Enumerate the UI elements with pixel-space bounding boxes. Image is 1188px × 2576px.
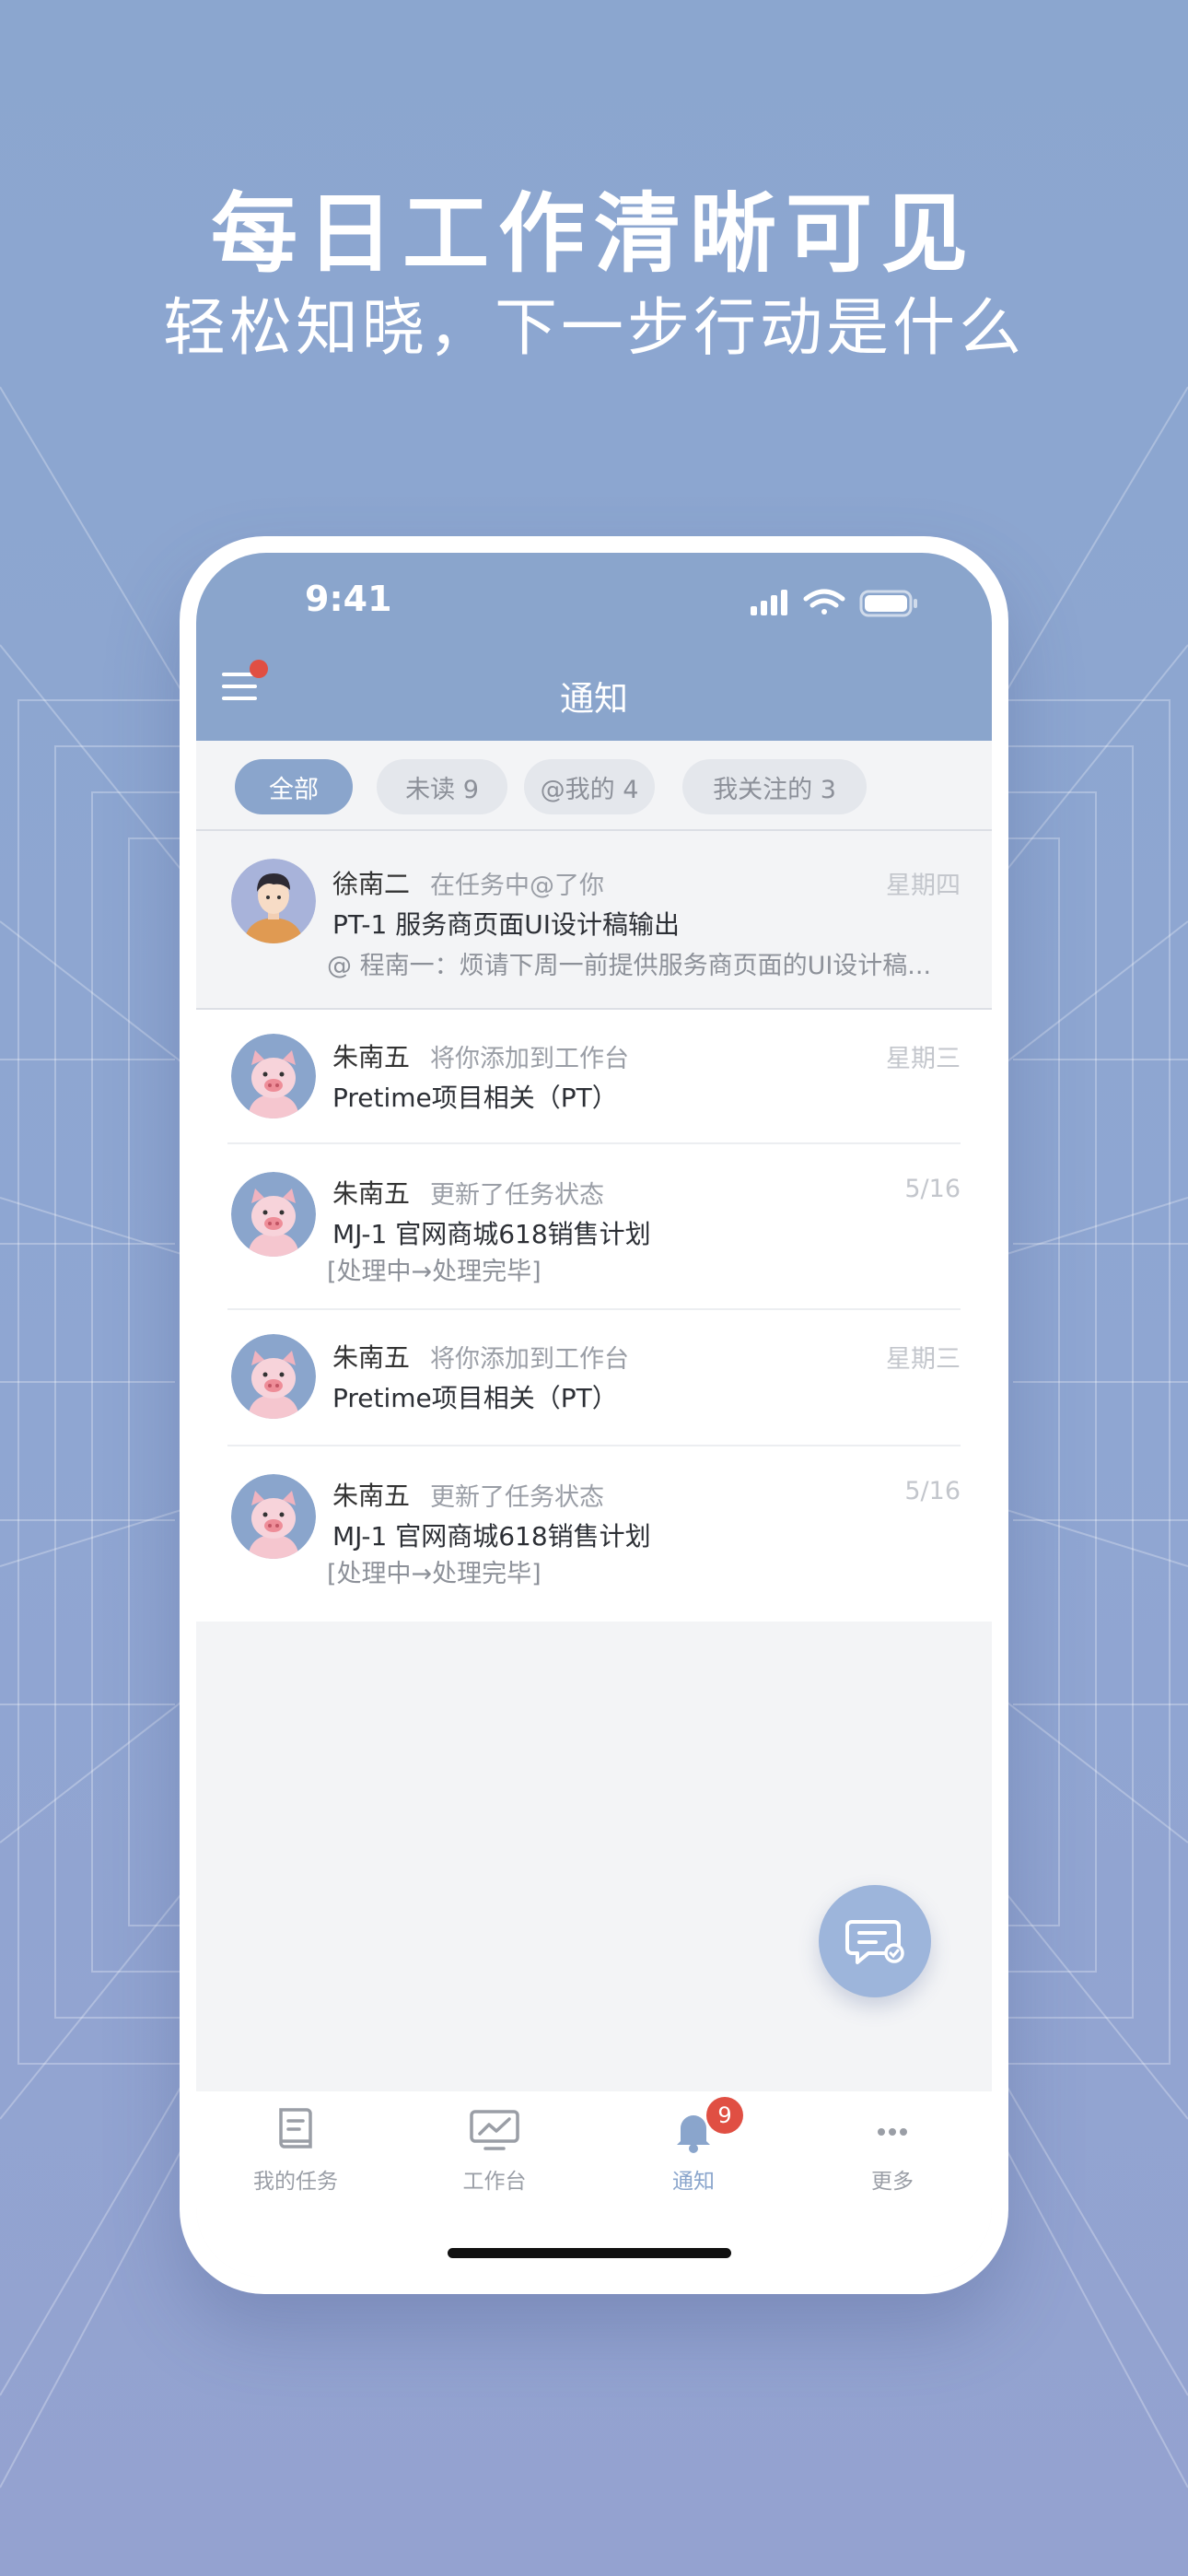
battery-icon bbox=[859, 590, 917, 617]
task-title: PT-1 服务商页面UI设计稿输出 bbox=[332, 909, 680, 940]
task-title: Pretime项目相关（PT） bbox=[332, 1383, 618, 1413]
notification-action: 将你添加到工作台 bbox=[430, 1045, 629, 1073]
more-icon bbox=[878, 2128, 907, 2136]
sender-name: 朱南五 bbox=[332, 1178, 411, 1209]
tab-more[interactable]: 更多 bbox=[793, 2091, 992, 2220]
pig-avatar bbox=[231, 1334, 316, 1419]
filter-unread[interactable]: 未读 9 bbox=[377, 759, 507, 814]
pig-avatar bbox=[231, 1172, 316, 1257]
notification-time: 星期三 bbox=[886, 1045, 961, 1073]
tab-my-tasks[interactable]: 我的任务 bbox=[196, 2091, 395, 2220]
home-indicator bbox=[448, 2248, 731, 2258]
notification-action: 更新了任务状态 bbox=[430, 1483, 604, 1512]
tasks-icon bbox=[279, 2108, 312, 2149]
notification-time: 星期四 bbox=[886, 872, 961, 900]
filter-bar: 全部 未读 9 @我的 4 我关注的 3 bbox=[196, 741, 992, 831]
tab-notifications[interactable]: 9 通知 bbox=[594, 2091, 793, 2220]
filter-mentions[interactable]: @我的 4 bbox=[524, 759, 655, 814]
tab-label: 我的任务 bbox=[253, 2170, 338, 2194]
task-title: Pretime项目相关（PT） bbox=[332, 1083, 618, 1113]
compose-button[interactable] bbox=[819, 1885, 931, 1997]
page-title: 通知 bbox=[560, 679, 628, 719]
task-title: MJ-1 官网商城618销售计划 bbox=[332, 1219, 651, 1249]
cellular-signal-icon bbox=[751, 590, 787, 615]
task-title: MJ-1 官网商城618销售计划 bbox=[332, 1521, 651, 1551]
list-item[interactable]: 朱南五 更新了任务状态 5/16 MJ-1 官网商城618销售计划 [处理中→处… bbox=[196, 1144, 992, 1310]
person-avatar bbox=[231, 859, 316, 943]
notification-badge: 9 bbox=[706, 2097, 743, 2134]
pig-avatar bbox=[231, 1034, 316, 1118]
list-item[interactable]: 朱南五 将你添加到工作台 星期三 Pretime项目相关（PT） bbox=[196, 1010, 992, 1144]
status-change: [处理中→处理完毕] bbox=[327, 1258, 542, 1286]
sender-name: 朱南五 bbox=[332, 1481, 411, 1511]
phone-frame: 9:41 通知 全部 未读 9 @我的 4 我关注的 3 徐南二 在任务中@了你… bbox=[180, 536, 1008, 2294]
app-header: 9:41 通知 bbox=[196, 553, 992, 741]
tab-label: 工作台 bbox=[462, 2170, 527, 2194]
sender-name: 徐南二 bbox=[332, 869, 411, 899]
tab-label: 通知 bbox=[672, 2170, 715, 2194]
status-icons bbox=[751, 589, 917, 617]
tab-label: 更多 bbox=[871, 2170, 914, 2194]
pig-avatar bbox=[231, 1474, 316, 1559]
promo-subtitle: 轻松知晓，下一步行动是什么 bbox=[162, 292, 1025, 365]
filter-following[interactable]: 我关注的 3 bbox=[682, 759, 867, 814]
notification-time: 5/16 bbox=[904, 1477, 961, 1505]
sender-name: 朱南五 bbox=[332, 1042, 411, 1072]
workbench-icon bbox=[470, 2110, 519, 2150]
app-screen: 9:41 通知 全部 未读 9 @我的 4 我关注的 3 徐南二 在任务中@了你… bbox=[196, 553, 992, 2277]
list-item[interactable]: 朱南五 将你添加到工作台 星期三 Pretime项目相关（PT） bbox=[196, 1310, 992, 1446]
sender-name: 朱南五 bbox=[332, 1342, 411, 1373]
notification-action: 在任务中@了你 bbox=[430, 872, 604, 900]
filter-all[interactable]: 全部 bbox=[235, 759, 353, 814]
message-preview: @ 程南一：烦请下周一前提供服务商页面的UI设计稿... bbox=[327, 952, 932, 980]
notification-action: 更新了任务状态 bbox=[430, 1181, 604, 1210]
notification-action: 将你添加到工作台 bbox=[430, 1345, 629, 1374]
promo-title: 每日工作清晰可见 bbox=[210, 184, 977, 285]
message-check-icon bbox=[845, 1920, 904, 1964]
wifi-icon bbox=[803, 589, 845, 615]
tab-bar: 我的任务 工作台 9 通知 更多 bbox=[196, 2091, 992, 2277]
status-time: 9:41 bbox=[305, 579, 392, 619]
list-item[interactable]: 徐南二 在任务中@了你 星期四 PT-1 服务商页面UI设计稿输出 @ 程南一：… bbox=[196, 831, 992, 1010]
status-change: [处理中→处理完毕] bbox=[327, 1560, 542, 1588]
notification-time: 5/16 bbox=[904, 1175, 961, 1203]
tab-workbench[interactable]: 工作台 bbox=[395, 2091, 594, 2220]
list-item[interactable]: 朱南五 更新了任务状态 5/16 MJ-1 官网商城618销售计划 [处理中→处… bbox=[196, 1446, 992, 1622]
notification-time: 星期三 bbox=[886, 1345, 961, 1374]
